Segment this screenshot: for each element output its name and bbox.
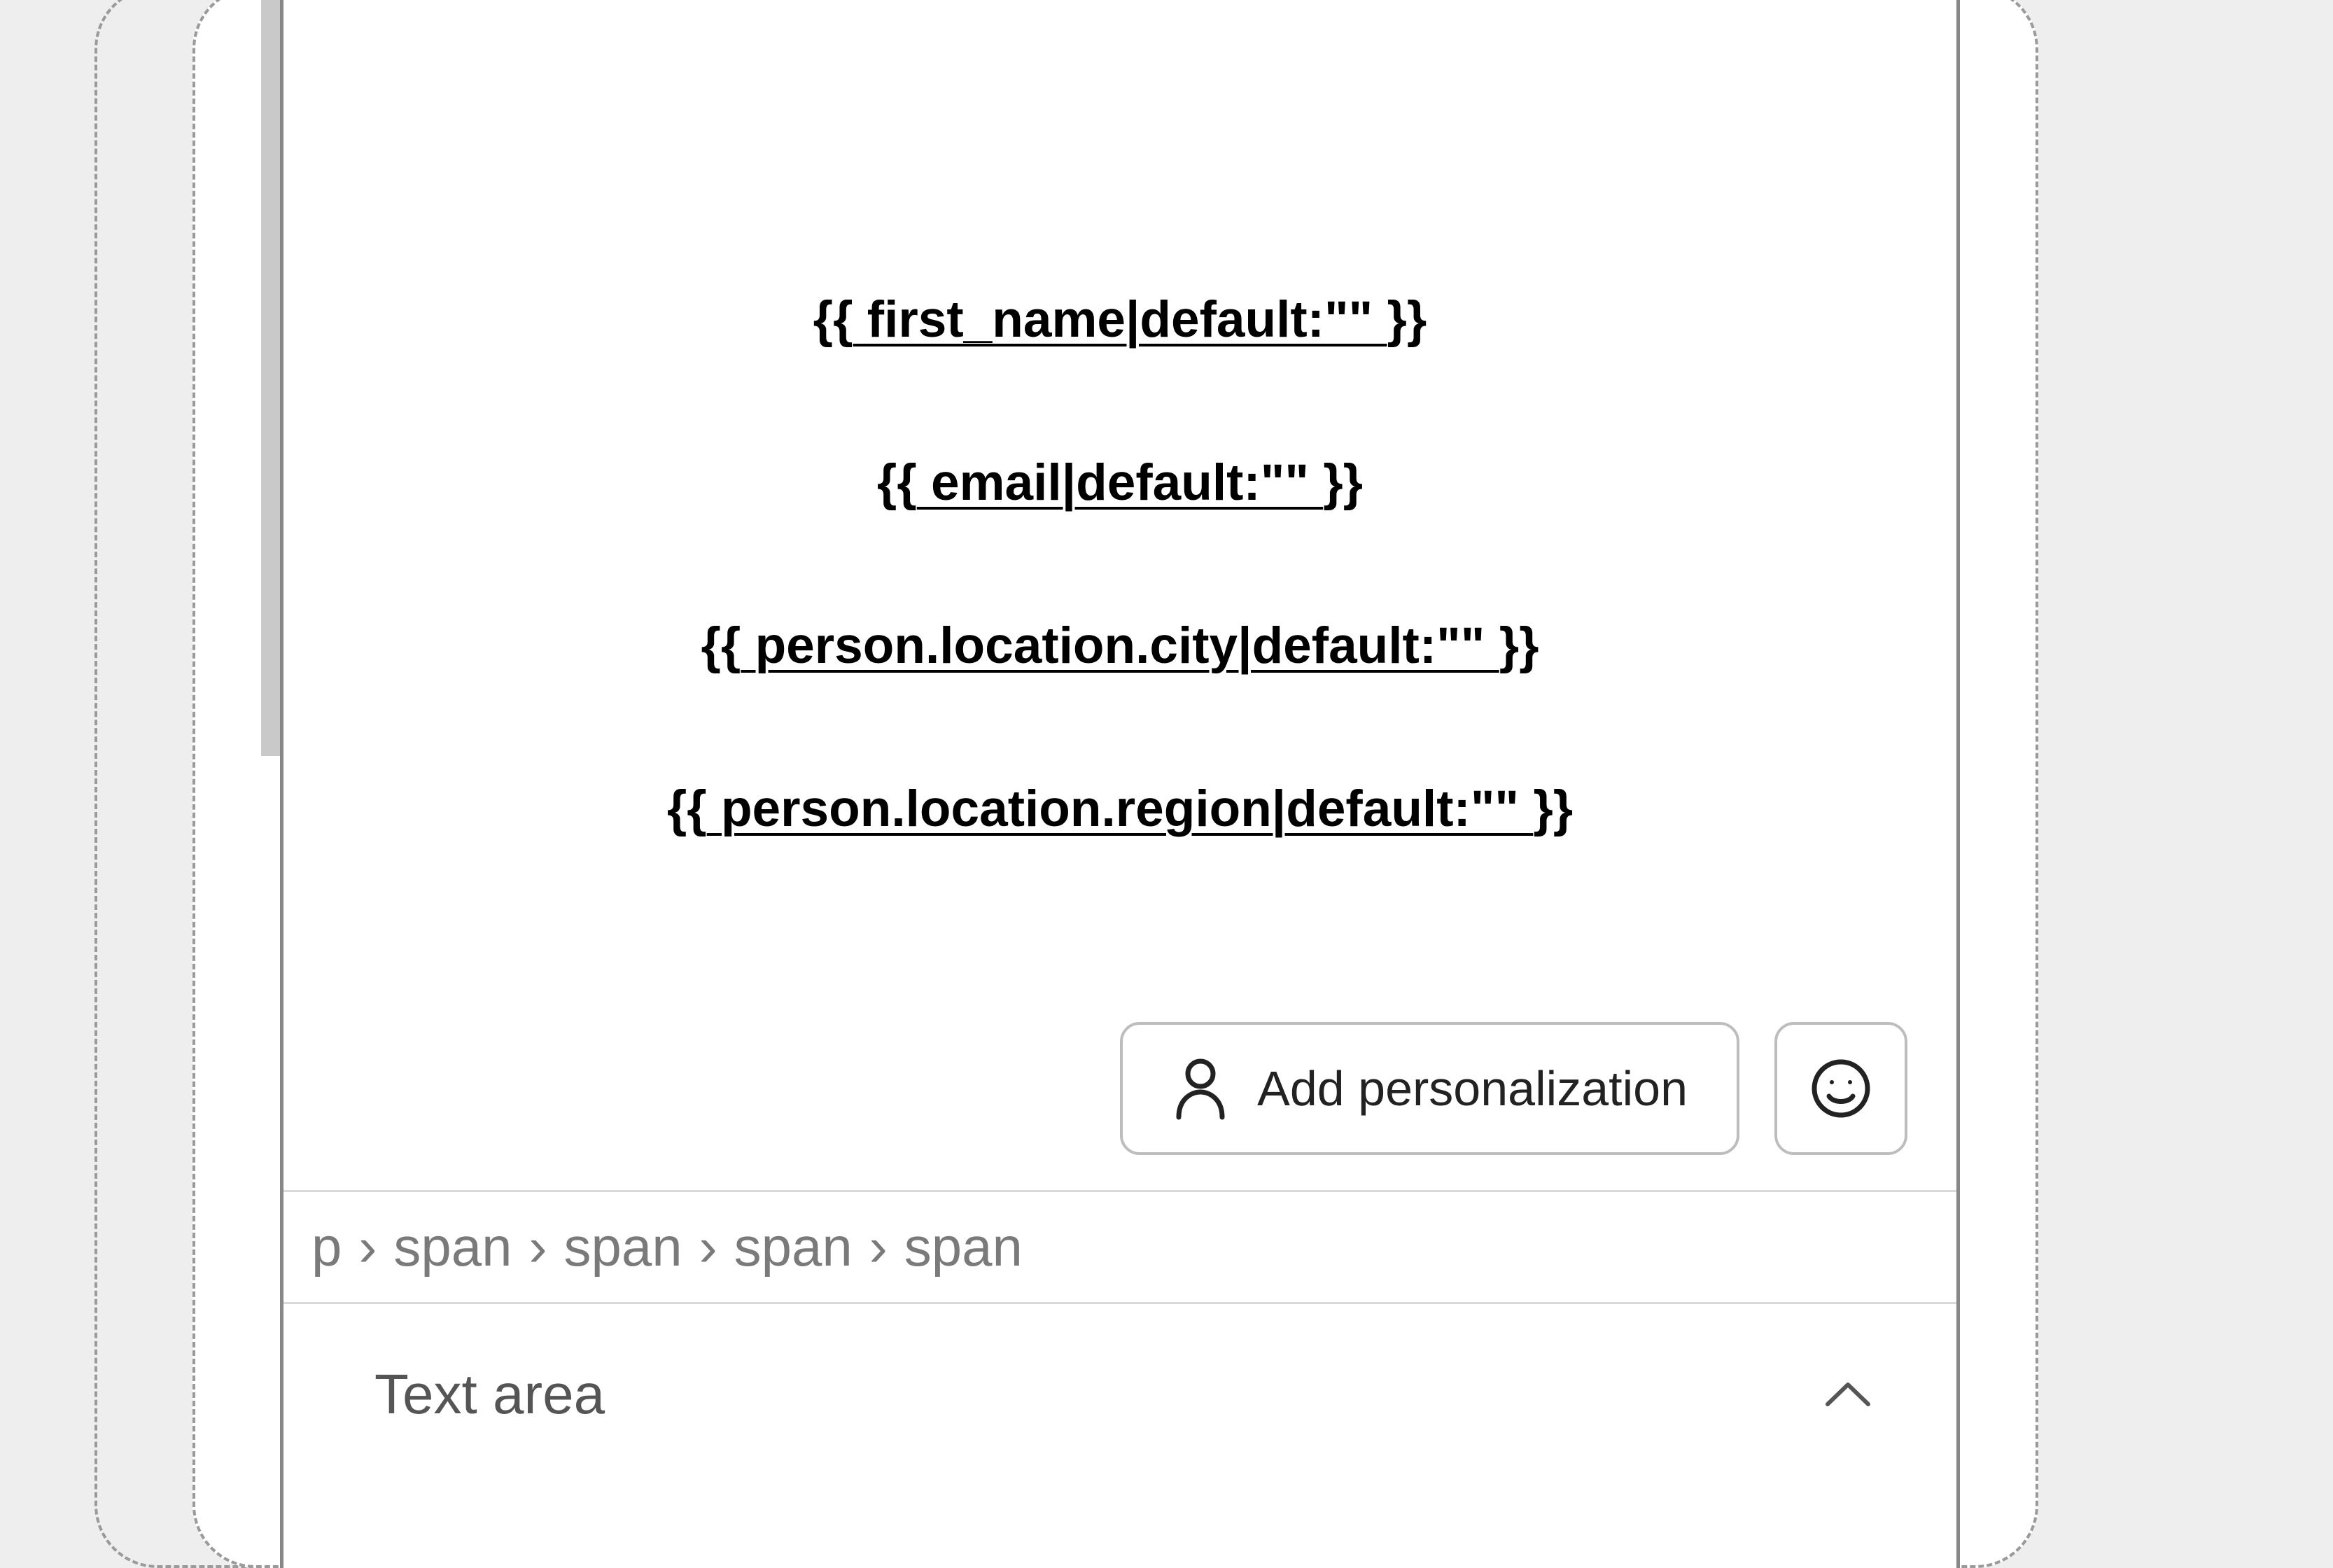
template-token[interactable]: {{ person.location.region|default:"" }} [283, 783, 1956, 834]
template-token[interactable]: {{ first_name|default:"" }} [283, 294, 1956, 345]
editor-actions: Add personalization [283, 1022, 1907, 1155]
add-personalization-button[interactable]: Add personalization [1120, 1022, 1739, 1155]
editor-frame: {{ first_name|default:"" }} {{ email|def… [280, 0, 1960, 1568]
breadcrumb-item[interactable]: p [311, 1215, 342, 1279]
breadcrumb-item[interactable]: span [393, 1215, 512, 1279]
token-text: first_name|default:"" [853, 291, 1387, 348]
emoji-button[interactable] [1774, 1022, 1907, 1155]
breadcrumb-separator: › [529, 1215, 547, 1279]
person-icon [1172, 1057, 1229, 1120]
template-token[interactable]: {{ person.location.city|default:"" }} [283, 620, 1956, 671]
chevron-up-icon [1823, 1379, 1872, 1410]
breadcrumb-separator: › [869, 1215, 888, 1279]
breadcrumb-item[interactable]: span [734, 1215, 853, 1279]
token-text: email|default:"" [917, 454, 1323, 511]
smiley-icon [1809, 1057, 1872, 1120]
element-path-breadcrumb[interactable]: p › span › span › span › span [283, 1190, 1956, 1302]
token-text: person.location.city|default:"" [741, 617, 1499, 674]
breadcrumb-item[interactable]: span [904, 1215, 1023, 1279]
add-personalization-label: Add personalization [1257, 1060, 1688, 1116]
accordion-label: Text area [374, 1362, 605, 1427]
breadcrumb-separator: › [358, 1215, 377, 1279]
template-token[interactable]: {{ email|default:"" }} [283, 457, 1956, 508]
breadcrumb-separator: › [699, 1215, 717, 1279]
breadcrumb-item[interactable]: span [564, 1215, 682, 1279]
text-area-accordion[interactable]: Text area [283, 1302, 1956, 1484]
token-text: person.location.region|default:"" [707, 780, 1534, 837]
